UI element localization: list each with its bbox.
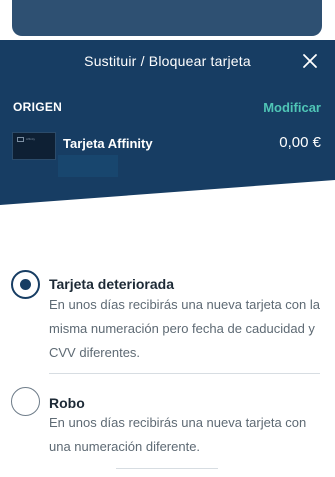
radio-selected-dot [20, 279, 31, 290]
close-button[interactable] [299, 50, 321, 72]
divider [49, 373, 320, 374]
option-description: En unos días recibirás una nueva tarjeta… [49, 415, 307, 454]
card-number-mask [58, 155, 118, 177]
radio-damaged-card[interactable] [11, 270, 40, 299]
close-icon [303, 54, 317, 68]
origin-label: ORIGEN [13, 100, 63, 114]
option-theft[interactable]: Robo En unos días recibirás una nueva ta… [0, 385, 335, 465]
modal-title: Sustituir / Bloquear tarjeta [84, 53, 251, 69]
card-brand-text: Affinity [26, 137, 35, 141]
card-chip-icon [17, 137, 24, 142]
option-damaged-card[interactable]: Tarjeta deteriorada En unos días recibir… [0, 268, 335, 368]
radio-theft[interactable] [11, 387, 40, 416]
top-strip [0, 0, 335, 40]
card-name: Tarjeta Affinity [63, 136, 153, 151]
option-title: Robo [49, 395, 85, 411]
modify-link[interactable]: Modificar [263, 100, 321, 115]
option-title: Tarjeta deteriorada [49, 276, 175, 292]
background-panel [12, 0, 322, 36]
card-thumbnail: Affinity [12, 132, 56, 160]
bottom-divider [116, 468, 218, 469]
option-description: En unos días recibirás una nueva tarjeta… [49, 297, 321, 360]
card-balance: 0,00 € [279, 134, 321, 151]
